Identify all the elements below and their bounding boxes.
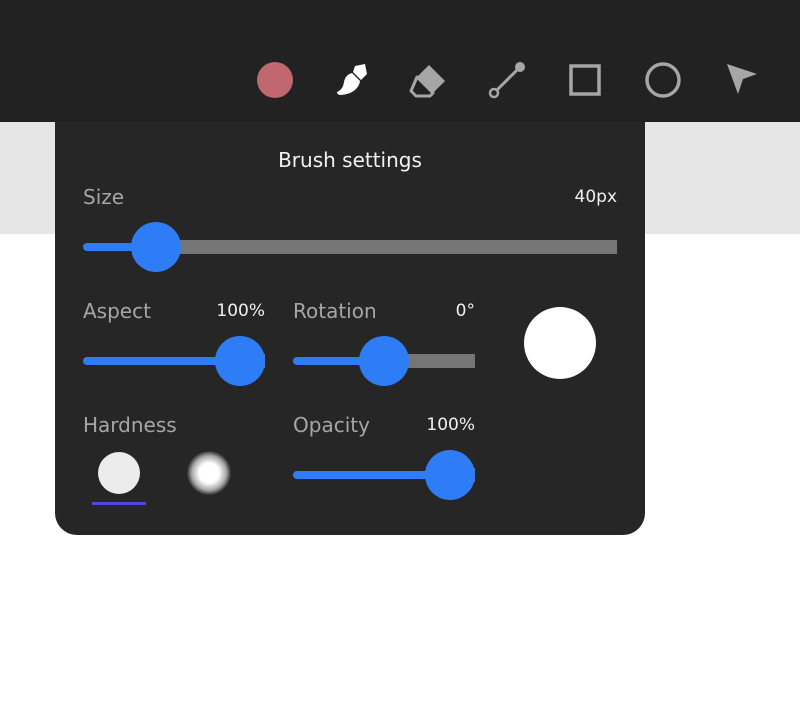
- size-slider-thumb[interactable]: [131, 222, 182, 272]
- popover-title: Brush settings: [278, 148, 422, 172]
- hardness-label: Hardness: [83, 413, 177, 437]
- rotation-label: Rotation: [293, 299, 377, 323]
- rectangle-tool-button[interactable]: [563, 58, 607, 102]
- hardness-soft-option[interactable]: [181, 445, 237, 501]
- aspect-slider[interactable]: [83, 336, 265, 386]
- size-slider-track: [156, 240, 617, 254]
- brush-settings-popover: Brush settings Size 40px Aspect 100% Rot…: [55, 122, 645, 535]
- opacity-value: 100%: [426, 415, 475, 435]
- line-tool-button[interactable]: [485, 58, 529, 102]
- brush-tool-button[interactable]: [329, 58, 373, 102]
- aspect-value: 100%: [216, 301, 265, 321]
- size-value: 40px: [574, 187, 617, 207]
- aspect-slider-thumb[interactable]: [215, 336, 265, 386]
- circle-icon: [645, 62, 681, 98]
- brush-icon: [337, 64, 367, 95]
- color-swatch-button[interactable]: [253, 58, 297, 102]
- hardness-selected-indicator: [92, 502, 146, 505]
- line-icon: [488, 62, 525, 99]
- ellipse-tool-button[interactable]: [641, 58, 685, 102]
- soft-brush-icon: [187, 451, 231, 495]
- top-toolbar: [0, 0, 800, 122]
- color-swatch-icon: [257, 62, 293, 98]
- hard-brush-icon: [98, 452, 140, 494]
- eraser-tool-button[interactable]: [406, 58, 450, 102]
- size-label: Size: [83, 185, 125, 209]
- aspect-label: Aspect: [83, 299, 151, 323]
- opacity-label: Opacity: [293, 413, 370, 437]
- brush-preview: [524, 307, 596, 379]
- size-slider[interactable]: [83, 222, 617, 272]
- rotation-slider[interactable]: [293, 336, 475, 386]
- rotation-slider-thumb[interactable]: [359, 336, 409, 386]
- eraser-icon: [409, 65, 445, 98]
- rotation-value: 0°: [455, 301, 475, 321]
- square-icon: [569, 64, 601, 96]
- select-tool-button[interactable]: [719, 58, 763, 102]
- opacity-slider[interactable]: [293, 450, 475, 500]
- opacity-slider-thumb[interactable]: [425, 450, 475, 500]
- hardness-hard-option[interactable]: [91, 445, 147, 501]
- arrow-pointer-icon: [727, 64, 757, 94]
